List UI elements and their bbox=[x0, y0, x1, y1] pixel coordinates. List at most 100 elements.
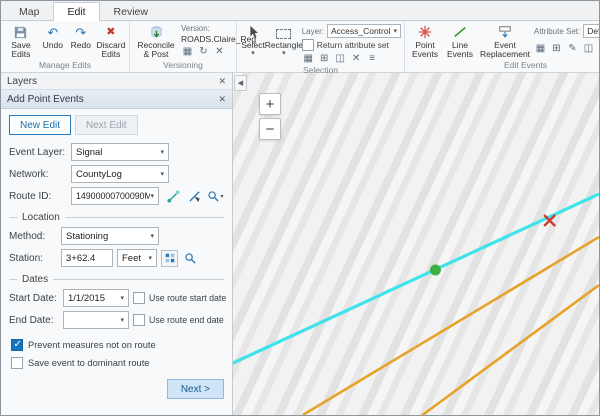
event-tool-edit-icon[interactable]: ✎ bbox=[566, 42, 579, 55]
prevent-measures-label: Prevent measures not on route bbox=[28, 340, 156, 350]
pick-station-on-map-icon[interactable] bbox=[161, 250, 178, 267]
method-select[interactable]: Stationing ▾ bbox=[61, 227, 159, 245]
zoom-to-station-icon[interactable] bbox=[182, 250, 199, 267]
tab-review[interactable]: Review bbox=[100, 2, 162, 20]
choose-route-icon[interactable] bbox=[165, 188, 182, 205]
prevent-measures-checkbox[interactable] bbox=[11, 339, 23, 351]
save-dominant-route-checkbox[interactable] bbox=[11, 357, 23, 369]
add-point-events-title: Add Point Events bbox=[7, 94, 84, 105]
station-unit-select[interactable]: Feet ▾ bbox=[117, 249, 157, 267]
end-date-input[interactable]: ▾ bbox=[63, 311, 129, 329]
chevron-down-icon: ▾ bbox=[120, 294, 124, 302]
selection-options-icon[interactable]: ◫ bbox=[334, 52, 347, 65]
chevron-down-icon: ▾ bbox=[251, 50, 255, 58]
clear-selection-icon[interactable]: ✕ bbox=[350, 52, 363, 65]
reconcile-post-button[interactable]: Reconcile & Post bbox=[133, 22, 179, 60]
version-value[interactable]: ROADS.Claire_Reg bbox=[181, 34, 233, 44]
event-tool-add-icon[interactable]: ⊞ bbox=[550, 42, 563, 55]
network-select[interactable]: CountyLog ▾ bbox=[71, 165, 169, 183]
station-unit-value: Feet bbox=[122, 253, 141, 264]
refresh-version-icon[interactable]: ↻ bbox=[197, 45, 210, 58]
map-view[interactable]: ◀ + − bbox=[233, 73, 599, 415]
use-route-start-date-checkbox[interactable] bbox=[133, 292, 145, 304]
line-events-label: Line Events bbox=[445, 41, 475, 60]
event-replacement-icon bbox=[497, 24, 513, 40]
layers-pane-header[interactable]: Layers ✕ bbox=[1, 73, 232, 90]
chevron-down-icon: ▾ bbox=[148, 254, 152, 262]
save-edits-button[interactable]: Save Edits bbox=[4, 22, 38, 60]
event-layer-select[interactable]: Signal ▾ bbox=[71, 143, 169, 161]
route-line[interactable] bbox=[233, 194, 599, 363]
group-label-manage-edits: Manage Edits bbox=[4, 60, 126, 72]
select-route-on-map-icon[interactable] bbox=[186, 188, 203, 205]
station-input[interactable]: 3+62.4 bbox=[61, 249, 113, 267]
return-attribute-set-label: Return attribute set bbox=[317, 40, 389, 50]
next-button[interactable]: Next > bbox=[167, 379, 224, 399]
network-label: Network: bbox=[9, 169, 67, 180]
zoom-to-route-icon[interactable]: ▾ bbox=[207, 188, 224, 205]
chevron-down-icon: ▾ bbox=[220, 193, 223, 200]
chevron-down-icon: ▾ bbox=[393, 27, 397, 35]
event-replacement-label: Event Replacement bbox=[479, 41, 531, 60]
attribute-set-select[interactable]: Default ▾ bbox=[583, 24, 600, 38]
reconcile-post-icon bbox=[148, 24, 164, 40]
event-layer-label: Event Layer: bbox=[9, 147, 67, 158]
route-id-combo[interactable]: 14900000700090M01 ▾ bbox=[71, 187, 159, 205]
select-button[interactable]: Select ▾ bbox=[240, 22, 266, 58]
select-by-attributes-icon[interactable]: ▦ bbox=[302, 52, 315, 65]
layer-select[interactable]: Access_Control ▾ bbox=[327, 24, 401, 38]
discard-icon: ✖ bbox=[103, 24, 119, 40]
add-point-events-pane-header[interactable]: Add Point Events ✕ bbox=[1, 90, 232, 109]
delete-version-icon[interactable]: ✕ bbox=[213, 45, 226, 58]
attribute-set-label: Attribute Set: bbox=[534, 27, 580, 36]
redo-button[interactable]: ↷ Redo bbox=[68, 22, 94, 50]
line-events-button[interactable]: Line Events bbox=[444, 22, 476, 60]
discard-edits-button[interactable]: ✖ Discard Edits bbox=[96, 22, 126, 60]
zoom-in-button[interactable]: + bbox=[259, 93, 281, 115]
chevron-down-icon: ▾ bbox=[160, 170, 164, 178]
tab-edit[interactable]: Edit bbox=[53, 2, 99, 21]
point-events-button[interactable]: Point Events bbox=[408, 22, 442, 60]
chevron-down-icon: ▾ bbox=[120, 316, 124, 324]
collapse-panel-icon[interactable]: ◀ bbox=[234, 75, 247, 91]
next-edit-button[interactable]: Next Edit bbox=[75, 115, 138, 135]
versioning-tool-icon[interactable]: ▦ bbox=[181, 45, 194, 58]
tab-map[interactable]: Map bbox=[5, 2, 53, 20]
chevron-down-icon: ▾ bbox=[160, 148, 164, 156]
app-window: Map Edit Review Save Edits ↶ Undo ↷ Red bbox=[0, 0, 600, 416]
location-title: Location bbox=[22, 212, 60, 223]
chevron-down-icon: ▾ bbox=[150, 232, 154, 240]
return-attribute-set-checkbox[interactable] bbox=[302, 39, 314, 51]
redo-icon: ↷ bbox=[73, 24, 89, 40]
event-tool-grid-icon[interactable]: ▦ bbox=[534, 42, 547, 55]
start-date-input[interactable]: 1/1/2015 ▾ bbox=[63, 289, 129, 307]
line-events-icon bbox=[452, 24, 468, 40]
station-label: Station: bbox=[9, 253, 57, 264]
use-route-end-date-label: Use route end date bbox=[149, 315, 224, 325]
event-replacement-button[interactable]: Event Replacement bbox=[478, 22, 532, 60]
chevron-down-icon: ▾ bbox=[282, 50, 286, 58]
point-events-label: Point Events bbox=[409, 41, 441, 60]
use-route-end-date-checkbox[interactable] bbox=[133, 314, 145, 326]
close-icon[interactable]: ✕ bbox=[218, 76, 226, 87]
select-by-location-icon[interactable]: ⊞ bbox=[318, 52, 331, 65]
start-date-label: Start Date: bbox=[9, 293, 59, 304]
discard-edits-label: Discard Edits bbox=[97, 41, 126, 60]
event-tool-split-icon[interactable]: ◫ bbox=[582, 42, 595, 55]
undo-label: Undo bbox=[43, 41, 63, 50]
select-label: Select bbox=[241, 41, 265, 50]
new-edit-button[interactable]: New Edit bbox=[9, 115, 71, 135]
selection-options: Layer: Access_Control ▾ Return attribute… bbox=[302, 22, 401, 65]
undo-button[interactable]: ↶ Undo bbox=[40, 22, 66, 50]
road-line[interactable] bbox=[422, 285, 599, 415]
rectangle-select-button[interactable]: Rectangle ▾ bbox=[268, 22, 300, 58]
station-value: 3+62.4 bbox=[66, 253, 95, 264]
dates-section-header: Dates bbox=[9, 274, 224, 285]
zoom-out-button[interactable]: − bbox=[259, 118, 281, 140]
event-point-marker[interactable] bbox=[430, 265, 441, 276]
selection-list-icon[interactable]: ≡ bbox=[366, 52, 379, 65]
location-section-header: Location bbox=[9, 212, 224, 223]
use-route-start-date-label: Use route start date bbox=[149, 293, 226, 303]
close-icon[interactable]: ✕ bbox=[218, 94, 226, 105]
group-versioning: Reconcile & Post Version: ROADS.Claire_R… bbox=[130, 21, 237, 72]
